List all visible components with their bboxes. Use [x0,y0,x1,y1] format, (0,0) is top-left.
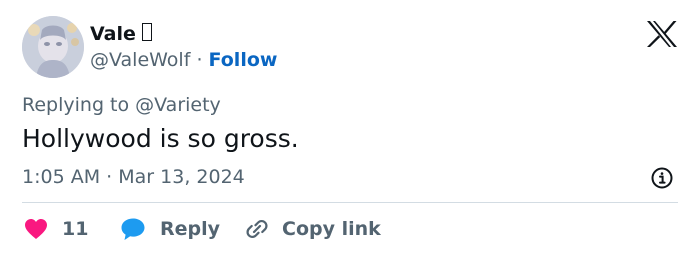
like-count: 11 [62,218,89,240]
avatar-image [22,16,84,78]
link-icon [246,219,268,239]
author-name-text: Vale [90,23,136,45]
reply-context[interactable]: Replying to @Variety [22,92,221,118]
reply-label: Reply [160,218,221,240]
copy-link-label: Copy link [282,218,381,240]
tweet-date: Mar 13, 2024 [118,166,245,188]
tweet-text: Hollywood is so gross. [22,124,299,153]
handle-separator: · [196,49,203,71]
tweet-timestamp[interactable]: 1:05 AM · Mar 13, 2024 [22,164,245,190]
missing-glyph-icon [141,23,152,41]
author-handle-line: @ValeWolf · Follow [90,47,277,73]
author-display-name[interactable]: Vale [90,21,152,47]
tweet-time: 1:05 AM [22,166,101,188]
follow-button[interactable]: Follow [209,49,278,71]
avatar[interactable] [22,16,84,78]
author-handle[interactable]: @ValeWolf [90,49,190,71]
x-logo-icon[interactable] [646,20,678,48]
heart-icon [25,219,47,239]
reply-button[interactable]: Reply [120,214,220,244]
speech-bubble-icon [121,218,145,240]
meta-separator: · [106,166,113,188]
copy-link-button[interactable]: Copy link [244,214,381,244]
divider [22,202,678,203]
info-icon[interactable] [650,166,674,190]
like-button[interactable]: 11 [24,214,88,244]
